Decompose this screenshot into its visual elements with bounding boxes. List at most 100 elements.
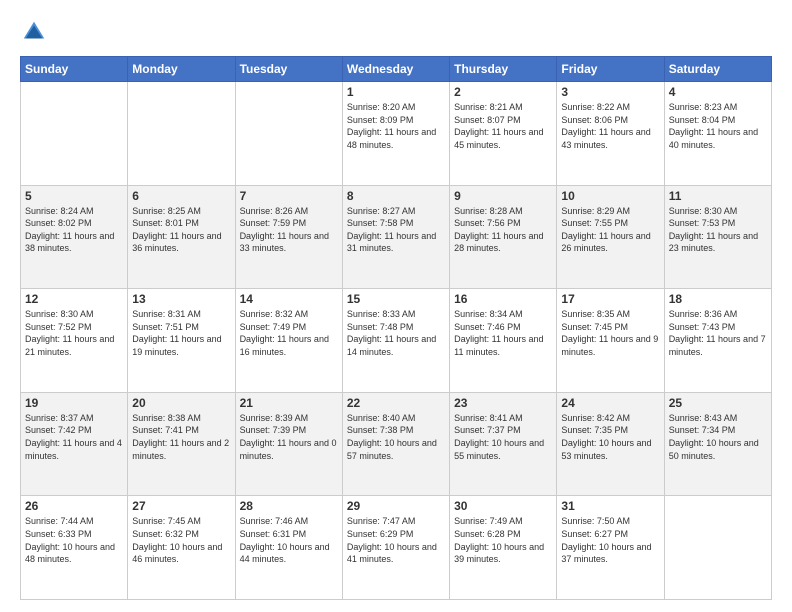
calendar-cell: 14 Sunrise: 8:32 AMSunset: 7:49 PMDayligh… [235,289,342,393]
day-number: 25 [669,396,767,410]
calendar-cell: 15 Sunrise: 8:33 AMSunset: 7:48 PMDayligh… [342,289,449,393]
day-info: Sunrise: 7:50 AMSunset: 6:27 PMDaylight:… [561,515,659,565]
day-number: 18 [669,292,767,306]
day-number: 14 [240,292,338,306]
calendar-cell: 8 Sunrise: 8:27 AMSunset: 7:58 PMDaylight… [342,185,449,289]
day-number: 26 [25,499,123,513]
day-info: Sunrise: 7:47 AMSunset: 6:29 PMDaylight:… [347,515,445,565]
day-info: Sunrise: 8:35 AMSunset: 7:45 PMDaylight:… [561,308,659,358]
weekday-header-monday: Monday [128,57,235,82]
week-row-2: 12 Sunrise: 8:30 AMSunset: 7:52 PMDayligh… [21,289,772,393]
calendar-cell: 3 Sunrise: 8:22 AMSunset: 8:06 PMDaylight… [557,82,664,186]
day-number: 2 [454,85,552,99]
calendar-cell [128,82,235,186]
calendar-cell: 2 Sunrise: 8:21 AMSunset: 8:07 PMDaylight… [450,82,557,186]
day-number: 15 [347,292,445,306]
calendar-cell: 17 Sunrise: 8:35 AMSunset: 7:45 PMDayligh… [557,289,664,393]
day-number: 27 [132,499,230,513]
day-number: 24 [561,396,659,410]
calendar-cell: 11Sunrise: 8:30 AMSunset: 7:53 PMDayligh… [664,185,771,289]
day-info: Sunrise: 8:24 AMSunset: 8:02 PMDaylight:… [25,205,123,255]
day-number: 20 [132,396,230,410]
calendar-cell: 21 Sunrise: 8:39 AMSunset: 7:39 PMDayligh… [235,392,342,496]
day-info: Sunrise: 7:45 AMSunset: 6:32 PMDaylight:… [132,515,230,565]
calendar-cell [235,82,342,186]
logo [20,18,52,46]
day-number: 6 [132,189,230,203]
calendar-cell: 6 Sunrise: 8:25 AMSunset: 8:01 PMDaylight… [128,185,235,289]
calendar-cell: 19Sunrise: 8:37 AMSunset: 7:42 PMDayligh… [21,392,128,496]
day-info: Sunrise: 8:22 AMSunset: 8:06 PMDaylight:… [561,101,659,151]
day-number: 23 [454,396,552,410]
calendar-cell: 23 Sunrise: 8:41 AMSunset: 7:37 PMDayligh… [450,392,557,496]
calendar-cell: 26Sunrise: 7:44 AMSunset: 6:33 PMDayligh… [21,496,128,600]
day-number: 22 [347,396,445,410]
calendar-cell: 13 Sunrise: 8:31 AMSunset: 7:51 PMDayligh… [128,289,235,393]
day-info: Sunrise: 8:30 AMSunset: 7:52 PMDaylight:… [25,308,123,358]
day-info: Sunrise: 8:25 AMSunset: 8:01 PMDaylight:… [132,205,230,255]
calendar-cell: 10 Sunrise: 8:29 AMSunset: 7:55 PMDayligh… [557,185,664,289]
day-number: 28 [240,499,338,513]
calendar-cell [21,82,128,186]
day-info: Sunrise: 8:29 AMSunset: 7:55 PMDaylight:… [561,205,659,255]
day-info: Sunrise: 8:20 AMSunset: 8:09 PMDaylight:… [347,101,445,151]
calendar-cell [664,496,771,600]
day-info: Sunrise: 8:39 AMSunset: 7:39 PMDaylight:… [240,412,338,462]
weekday-header-sunday: Sunday [21,57,128,82]
day-number: 29 [347,499,445,513]
day-number: 5 [25,189,123,203]
calendar-cell: 1Sunrise: 8:20 AMSunset: 8:09 PMDaylight… [342,82,449,186]
calendar-cell: 27 Sunrise: 7:45 AMSunset: 6:32 PMDayligh… [128,496,235,600]
calendar-cell: 24Sunrise: 8:42 AMSunset: 7:35 PMDayligh… [557,392,664,496]
day-number: 10 [561,189,659,203]
calendar-cell: 28Sunrise: 7:46 AMSunset: 6:31 PMDayligh… [235,496,342,600]
day-number: 8 [347,189,445,203]
day-info: Sunrise: 8:27 AMSunset: 7:58 PMDaylight:… [347,205,445,255]
page: SundayMondayTuesdayWednesdayThursdayFrid… [0,0,792,612]
weekday-header-friday: Friday [557,57,664,82]
day-info: Sunrise: 8:34 AMSunset: 7:46 PMDaylight:… [454,308,552,358]
week-row-4: 26Sunrise: 7:44 AMSunset: 6:33 PMDayligh… [21,496,772,600]
day-number: 4 [669,85,767,99]
day-number: 17 [561,292,659,306]
day-info: Sunrise: 8:33 AMSunset: 7:48 PMDaylight:… [347,308,445,358]
calendar-cell: 5 Sunrise: 8:24 AMSunset: 8:02 PMDaylight… [21,185,128,289]
day-info: Sunrise: 7:49 AMSunset: 6:28 PMDaylight:… [454,515,552,565]
calendar-cell: 20 Sunrise: 8:38 AMSunset: 7:41 PMDayligh… [128,392,235,496]
calendar-cell: 9Sunrise: 8:28 AMSunset: 7:56 PMDaylight… [450,185,557,289]
day-info: Sunrise: 8:38 AMSunset: 7:41 PMDaylight:… [132,412,230,462]
calendar-cell: 16 Sunrise: 8:34 AMSunset: 7:46 PMDayligh… [450,289,557,393]
day-info: Sunrise: 8:31 AMSunset: 7:51 PMDaylight:… [132,308,230,358]
day-number: 13 [132,292,230,306]
day-info: Sunrise: 8:32 AMSunset: 7:49 PMDaylight:… [240,308,338,358]
week-row-1: 5 Sunrise: 8:24 AMSunset: 8:02 PMDaylight… [21,185,772,289]
day-info: Sunrise: 8:30 AMSunset: 7:53 PMDaylight:… [669,205,767,255]
calendar-cell: 25 Sunrise: 8:43 AMSunset: 7:34 PMDayligh… [664,392,771,496]
day-number: 7 [240,189,338,203]
day-info: Sunrise: 8:37 AMSunset: 7:42 PMDaylight:… [25,412,123,462]
logo-icon [20,18,48,46]
calendar-cell: 4Sunrise: 8:23 AMSunset: 8:04 PMDaylight… [664,82,771,186]
day-info: Sunrise: 8:41 AMSunset: 7:37 PMDaylight:… [454,412,552,462]
calendar-cell: 30Sunrise: 7:49 AMSunset: 6:28 PMDayligh… [450,496,557,600]
day-info: Sunrise: 8:36 AMSunset: 7:43 PMDaylight:… [669,308,767,358]
day-number: 21 [240,396,338,410]
day-info: Sunrise: 8:26 AMSunset: 7:59 PMDaylight:… [240,205,338,255]
week-row-0: 1Sunrise: 8:20 AMSunset: 8:09 PMDaylight… [21,82,772,186]
weekday-header-thursday: Thursday [450,57,557,82]
weekday-header-wednesday: Wednesday [342,57,449,82]
calendar-cell: 7 Sunrise: 8:26 AMSunset: 7:59 PMDaylight… [235,185,342,289]
weekday-header-row: SundayMondayTuesdayWednesdayThursdayFrid… [21,57,772,82]
calendar-cell: 18 Sunrise: 8:36 AMSunset: 7:43 PMDayligh… [664,289,771,393]
day-info: Sunrise: 8:43 AMSunset: 7:34 PMDaylight:… [669,412,767,462]
calendar-cell: 22Sunrise: 8:40 AMSunset: 7:38 PMDayligh… [342,392,449,496]
header [20,18,772,46]
calendar-cell: 12 Sunrise: 8:30 AMSunset: 7:52 PMDayligh… [21,289,128,393]
day-info: Sunrise: 8:28 AMSunset: 7:56 PMDaylight:… [454,205,552,255]
day-number: 16 [454,292,552,306]
weekday-header-saturday: Saturday [664,57,771,82]
day-number: 3 [561,85,659,99]
day-number: 12 [25,292,123,306]
day-info: Sunrise: 8:21 AMSunset: 8:07 PMDaylight:… [454,101,552,151]
calendar-cell: 31Sunrise: 7:50 AMSunset: 6:27 PMDayligh… [557,496,664,600]
